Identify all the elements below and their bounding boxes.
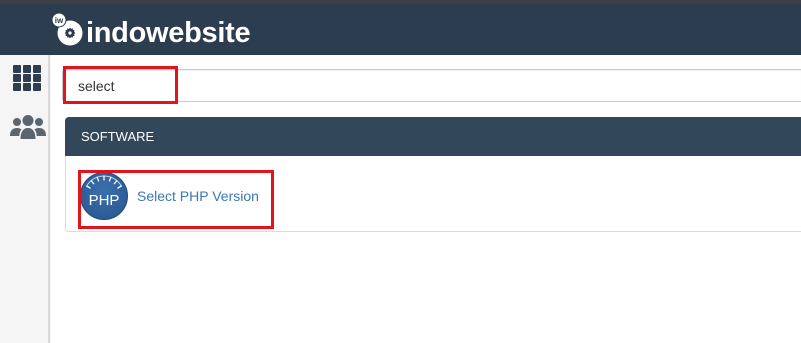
top-header: iw indowebsite xyxy=(0,0,801,55)
search-input[interactable] xyxy=(62,69,801,102)
item-label[interactable]: Select PHP Version xyxy=(137,186,259,206)
brand-name: indowebsite xyxy=(86,17,251,49)
brand-logo: iw indowebsite xyxy=(0,0,260,55)
php-icon[interactable]: PHP xyxy=(80,172,128,220)
indowebsite-logo-icon: iw xyxy=(51,12,83,46)
results-panel-software: SOFTWARE PHP Select PHP Version xyxy=(65,117,801,232)
panel-header: SOFTWARE xyxy=(65,117,801,156)
main-content: SOFTWARE xyxy=(51,55,801,343)
left-sidebar xyxy=(0,55,50,343)
software-item-select-php-version[interactable]: PHP Select PHP Version xyxy=(80,172,259,220)
php-icon-text: PHP xyxy=(89,192,120,209)
logo-mark-text: iw xyxy=(55,16,64,25)
sidebar-item-tools[interactable] xyxy=(13,65,41,91)
panel-body: PHP Select PHP Version xyxy=(65,156,801,232)
grid-icon xyxy=(13,65,41,91)
section-title: SOFTWARE xyxy=(81,129,155,144)
sidebar-item-user-manager[interactable] xyxy=(10,114,46,140)
users-icon xyxy=(10,115,46,139)
